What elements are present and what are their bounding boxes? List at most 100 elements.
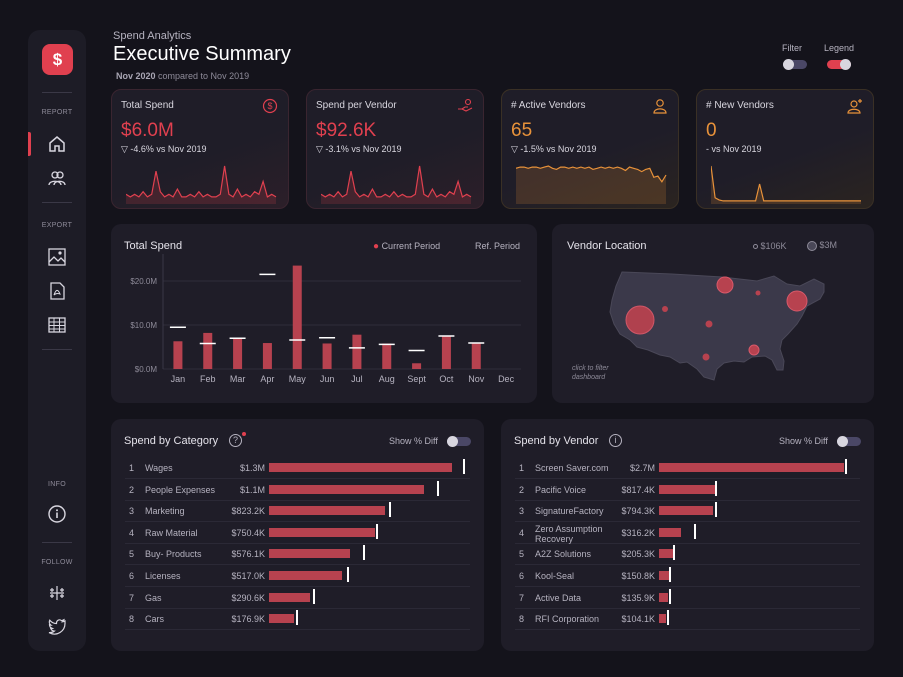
kpi-spend-per-vendor[interactable]: Spend per Vendor $92.6K ▽ -3.1% vs Nov 2… bbox=[306, 89, 484, 209]
map-hint: click to filter dashboard bbox=[572, 364, 609, 382]
rank-number: 5 bbox=[519, 549, 525, 560]
kpi-new-vendors[interactable]: # New Vendors 0 - vs Nov 2019 bbox=[696, 89, 874, 209]
rank-number: 5 bbox=[129, 549, 135, 560]
item-name: Zero Assumption Recovery bbox=[535, 523, 603, 544]
legend-toggle-label: Legend bbox=[824, 43, 855, 53]
item-value: $750.4K bbox=[231, 527, 265, 538]
filter-toggle-label: Filter bbox=[782, 43, 802, 53]
x-tick-label: Jan bbox=[171, 374, 186, 384]
item-name: Pacific Voice bbox=[535, 484, 587, 495]
panel-title: Spend by Category bbox=[124, 435, 219, 447]
item-value: $316.2K bbox=[621, 527, 655, 538]
value-bar bbox=[659, 506, 714, 516]
item-value: $794.3K bbox=[621, 506, 655, 517]
filter-toggle[interactable] bbox=[783, 59, 807, 70]
sparkline-line bbox=[126, 165, 277, 198]
spend-by-vendor-panel: Spend by Vendor i Show % Diff 1 Screen Sa… bbox=[501, 419, 874, 651]
kpi-active-vendors[interactable]: # Active Vendors 65 ▽ -1.5% vs Nov 2019 bbox=[501, 89, 679, 209]
list-item[interactable]: 3 SignatureFactory $794.3K bbox=[515, 501, 860, 523]
list-item[interactable]: 4 Raw Material $750.4K bbox=[125, 523, 470, 544]
x-tick-label: Apr bbox=[260, 374, 274, 384]
home-icon[interactable] bbox=[45, 132, 69, 156]
list-item[interactable]: 1 Wages $1.3M bbox=[125, 458, 470, 479]
bar-current bbox=[382, 343, 392, 369]
total-spend-chart[interactable]: $0.0M $10.0M $20.0M Jan Feb Mar Apr May Jun Jul Au… bbox=[111, 224, 537, 403]
list-item[interactable]: 8 RFI Corporation $104.1K bbox=[515, 609, 860, 631]
item-name: SignatureFactory bbox=[535, 506, 604, 517]
x-tick-label: Jul bbox=[351, 374, 363, 384]
table-export-icon[interactable] bbox=[45, 313, 69, 337]
kpi-value: 65 bbox=[511, 120, 533, 141]
list-item[interactable]: 2 Pacific Voice $817.4K bbox=[515, 480, 860, 501]
rank-number: 1 bbox=[129, 463, 135, 473]
list-item[interactable]: 3 Marketing $823.2K bbox=[125, 501, 470, 523]
sparkline-area bbox=[126, 166, 276, 204]
list-item[interactable]: 2 People Expenses $1.1M bbox=[125, 480, 470, 501]
dollar-circle-icon: $ bbox=[262, 98, 278, 114]
value-bar bbox=[269, 614, 294, 624]
kpi-title: Spend per Vendor bbox=[316, 100, 397, 111]
bar-current bbox=[203, 332, 213, 369]
item-value: $517.0K bbox=[231, 571, 265, 581]
reference-marker bbox=[715, 480, 718, 496]
reference-marker bbox=[668, 588, 671, 604]
list-item[interactable]: 7 Gas $290.6K bbox=[125, 588, 470, 609]
rank-number: 8 bbox=[129, 614, 135, 625]
legend-toggle[interactable] bbox=[827, 59, 851, 70]
reference-marker bbox=[376, 523, 379, 539]
list-item[interactable]: 7 Active Data $135.9K bbox=[515, 588, 860, 609]
kpi-delta: ▽ -1.5% vs Nov 2019 bbox=[511, 144, 597, 154]
item-value: $205.3K bbox=[621, 549, 655, 560]
list-item[interactable]: 5 A2Z Solutions $205.3K bbox=[515, 544, 860, 566]
y-tick-label: $20.0M bbox=[130, 277, 157, 286]
rank-number: 2 bbox=[519, 484, 525, 495]
kpi-value: $6.0M bbox=[121, 120, 174, 141]
tableau-icon[interactable] bbox=[45, 581, 69, 605]
list-item[interactable]: 5 Buy- Products $576.1K bbox=[125, 544, 470, 566]
item-name: People Expenses bbox=[145, 484, 216, 495]
location-bubble bbox=[786, 290, 808, 312]
value-bar bbox=[269, 484, 425, 494]
twitter-icon[interactable] bbox=[45, 614, 69, 638]
rank-number: 3 bbox=[129, 506, 135, 517]
value-bar bbox=[659, 571, 670, 580]
kpi-total-spend[interactable]: Total Spend $ $6.0M ▽ -4.6% vs Nov 2019 bbox=[111, 89, 289, 209]
x-tick-label: Oct bbox=[439, 374, 454, 384]
rank-number: 7 bbox=[129, 592, 135, 603]
list-item[interactable]: 6 Licenses $517.0K bbox=[125, 566, 470, 587]
bar-current bbox=[233, 338, 243, 369]
bar-current bbox=[352, 334, 362, 369]
list-item[interactable]: 6 Kool-Seal $150.8K bbox=[515, 566, 860, 587]
value-bar bbox=[659, 463, 845, 472]
hand-money-icon bbox=[458, 98, 473, 112]
rank-number: 3 bbox=[519, 506, 525, 517]
item-value: $1.3M bbox=[239, 463, 265, 473]
list-item[interactable]: 8 Cars $176.9K bbox=[125, 609, 470, 631]
location-bubble bbox=[716, 276, 734, 294]
x-tick-label: Sept bbox=[407, 374, 426, 384]
sparkline-area bbox=[711, 166, 861, 204]
users-icon[interactable] bbox=[45, 166, 69, 190]
list-item[interactable]: 4 Zero Assumption Recovery $316.2K bbox=[515, 523, 860, 544]
list-item[interactable]: 1 Screen Saver.com $2.7M bbox=[515, 458, 860, 479]
location-bubble bbox=[748, 344, 760, 356]
value-bar bbox=[659, 614, 667, 624]
item-value: $823.2K bbox=[231, 506, 265, 517]
image-export-icon[interactable] bbox=[45, 245, 69, 269]
kpi-delta: ▽ -4.6% vs Nov 2019 bbox=[121, 144, 207, 154]
logo[interactable]: $ bbox=[42, 44, 73, 75]
show-diff-label: Show % Diff bbox=[779, 436, 828, 446]
value-bar bbox=[269, 463, 453, 472]
show-diff-toggle[interactable] bbox=[837, 436, 861, 447]
total-spend-panel: Total Spend ● Current Period Ref. Period… bbox=[111, 224, 537, 403]
item-value: $576.1K bbox=[231, 549, 265, 560]
value-bar bbox=[269, 549, 351, 559]
info-icon[interactable]: i bbox=[609, 434, 622, 447]
reference-marker bbox=[436, 480, 439, 496]
info-section-label: INFO bbox=[48, 481, 66, 488]
info-icon[interactable] bbox=[45, 502, 69, 526]
help-icon[interactable]: ? bbox=[229, 434, 242, 447]
show-diff-toggle[interactable] bbox=[447, 436, 471, 447]
kpi-title: Total Spend bbox=[121, 100, 174, 111]
pdf-export-icon[interactable] bbox=[45, 279, 69, 303]
